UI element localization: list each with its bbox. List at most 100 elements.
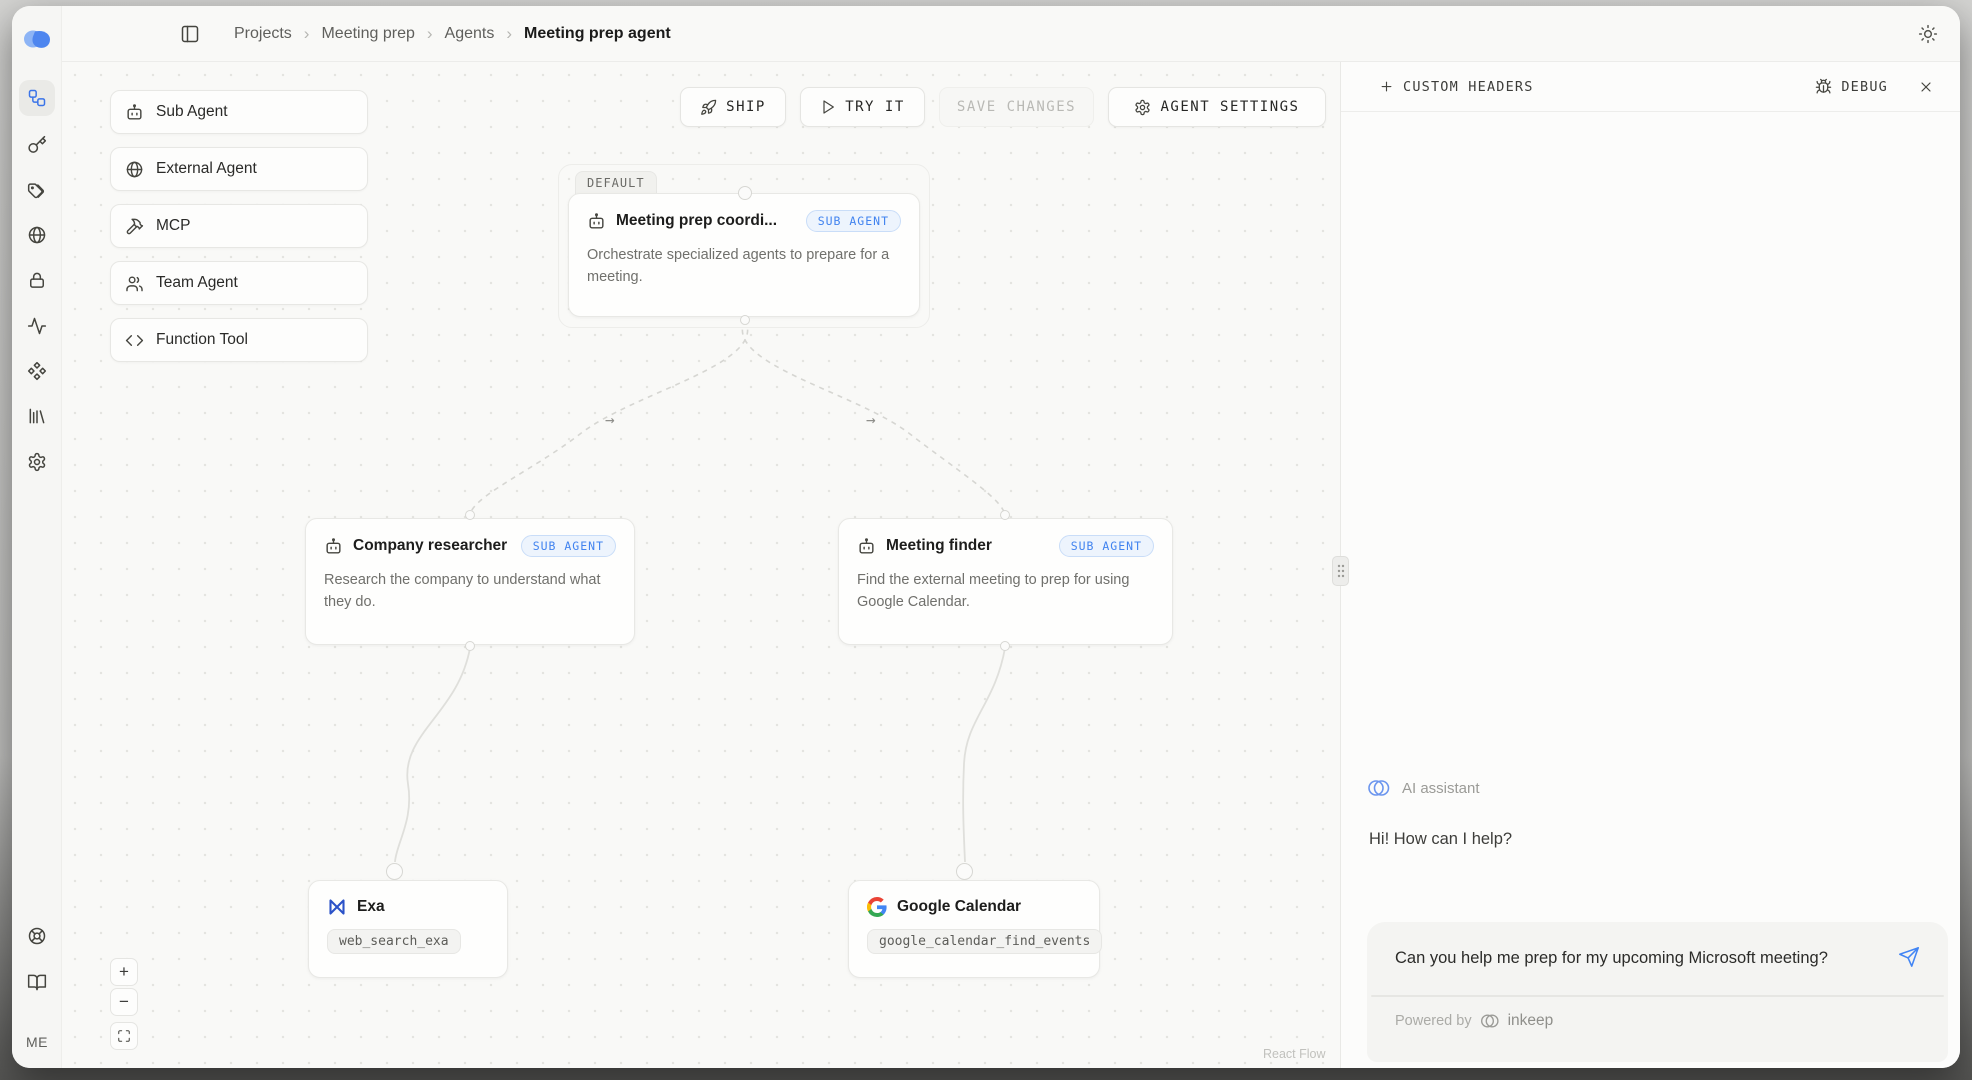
edge-direction-arrow: →: [605, 410, 615, 429]
inkeep-logo-icon: [22, 27, 52, 51]
powered-by-row[interactable]: Powered by inkeep: [1367, 997, 1948, 1031]
app-window: ME Projects › Meeting prep › Agents › Me…: [12, 6, 1960, 1068]
globe-icon: [125, 160, 144, 179]
fit-view-button[interactable]: [110, 1022, 138, 1050]
sidebar-item-components[interactable]: [19, 353, 55, 389]
sidebar-item-credentials[interactable]: [19, 262, 55, 298]
inkeep-assistant-icon: [1367, 776, 1391, 800]
chat-input-card: Can you help me prep for my upcoming Mic…: [1367, 922, 1948, 1062]
theme-toggle-button[interactable]: [1918, 24, 1938, 44]
save-changes-button[interactable]: SAVE CHANGES: [939, 87, 1094, 127]
bot-icon: [587, 212, 606, 231]
node-company-researcher[interactable]: Company researcher SUB AGENT Research th…: [305, 518, 635, 645]
sub-agent-badge: SUB AGENT: [806, 210, 901, 232]
zoom-out-button[interactable]: −: [110, 988, 138, 1016]
library-icon: [27, 406, 47, 426]
rocket-icon: [700, 99, 717, 116]
assistant-greeting: Hi! How can I help?: [1369, 830, 1512, 849]
react-flow-attribution[interactable]: React Flow: [1263, 1047, 1326, 1061]
inkeep-logo[interactable]: [19, 21, 55, 57]
debug-button[interactable]: DEBUG: [1815, 78, 1888, 95]
connection-handle[interactable]: [738, 186, 752, 200]
try-it-panel-header: CUSTOM HEADERS DEBUG: [1341, 62, 1960, 112]
zoom-in-button[interactable]: +: [110, 958, 138, 986]
close-icon: [1918, 79, 1934, 95]
ship-label: SHIP: [726, 99, 766, 115]
hammer-icon: [125, 217, 144, 236]
key-icon: [27, 135, 47, 155]
node-google-calendar-tool[interactable]: Google Calendar google_calendar_find_eve…: [848, 880, 1100, 978]
breadcrumb-agents[interactable]: Agents: [445, 25, 495, 43]
try-it-panel: CUSTOM HEADERS DEBUG AI assistant Hi! Ho…: [1340, 62, 1960, 1068]
google-logo-icon: [867, 897, 887, 917]
powered-by-label: Powered by: [1395, 1013, 1472, 1029]
node-description: Orchestrate specialized agents to prepar…: [587, 244, 901, 289]
breadcrumb-separator: ›: [427, 24, 433, 44]
breadcrumb: Projects › Meeting prep › Agents › Meeti…: [234, 6, 671, 62]
chat-input[interactable]: Can you help me prep for my upcoming Mic…: [1367, 922, 1948, 987]
flow-canvas[interactable]: → → Sub Agent External Agent MCP Team Ag…: [62, 62, 1340, 1068]
sidebar-item-settings[interactable]: [19, 444, 55, 480]
sidebar-item-activity[interactable]: [19, 308, 55, 344]
palette-item-mcp[interactable]: MCP: [110, 204, 368, 248]
connection-handle[interactable]: [956, 863, 973, 880]
connection-handle[interactable]: [465, 641, 475, 651]
node-exa-tool[interactable]: Exa web_search_exa: [308, 880, 508, 978]
sun-icon: [1918, 24, 1938, 44]
user-avatar[interactable]: ME: [12, 1034, 62, 1050]
agent-settings-button[interactable]: AGENT SETTINGS: [1108, 87, 1326, 127]
sidebar-item-docs[interactable]: [19, 964, 55, 1000]
assistant-label: AI assistant: [1402, 780, 1480, 797]
icon-sidebar: ME: [12, 6, 62, 1068]
palette-item-external-agent[interactable]: External Agent: [110, 147, 368, 191]
palette-item-team-agent[interactable]: Team Agent: [110, 261, 368, 305]
sidebar-item-domains[interactable]: [19, 217, 55, 253]
try-it-button[interactable]: TRY IT: [800, 87, 925, 127]
palette-item-label: MCP: [156, 217, 190, 235]
sidebar-item-library[interactable]: [19, 398, 55, 434]
toggle-sidebar-button[interactable]: [180, 24, 200, 44]
tool-name-chip: web_search_exa: [327, 929, 461, 954]
custom-headers-label: CUSTOM HEADERS: [1403, 79, 1534, 95]
palette-item-label: External Agent: [156, 160, 257, 178]
connection-handle[interactable]: [386, 863, 403, 880]
panel-left-icon: [180, 24, 200, 44]
sidebar-item-tags[interactable]: [19, 172, 55, 208]
breadcrumb-meeting-prep[interactable]: Meeting prep: [321, 25, 414, 43]
connection-handle[interactable]: [1000, 641, 1010, 651]
sidebar-item-help[interactable]: [19, 918, 55, 954]
node-description: Research the company to understand what …: [324, 569, 616, 614]
node-description: Find the external meeting to prep for us…: [857, 569, 1154, 614]
palette-item-label: Sub Agent: [156, 103, 228, 121]
send-button[interactable]: [1898, 946, 1920, 973]
grip-dots-icon: [1337, 564, 1345, 578]
sidebar-item-keys[interactable]: [19, 127, 55, 163]
connection-handle[interactable]: [465, 510, 475, 520]
life-buoy-icon: [27, 926, 47, 946]
sidebar-item-graph[interactable]: [19, 80, 55, 116]
breadcrumb-separator: ›: [304, 24, 310, 44]
assistant-header-row: AI assistant: [1367, 776, 1480, 800]
users-icon: [125, 274, 144, 293]
close-panel-button[interactable]: [1918, 79, 1934, 95]
gear-icon: [1134, 99, 1151, 116]
panel-resize-grip[interactable]: [1332, 556, 1349, 586]
ship-button[interactable]: SHIP: [680, 87, 786, 127]
connection-handle[interactable]: [740, 315, 750, 325]
fullscreen-icon: [117, 1029, 131, 1043]
play-icon: [820, 99, 836, 115]
exa-logo-icon: [327, 897, 347, 917]
component-icon: [27, 361, 47, 381]
palette-item-sub-agent[interactable]: Sub Agent: [110, 90, 368, 134]
breadcrumb-projects[interactable]: Projects: [234, 25, 292, 43]
bug-icon: [1815, 78, 1832, 95]
breadcrumb-separator: ›: [506, 24, 512, 44]
connection-handle[interactable]: [1000, 510, 1010, 520]
palette-item-function-tool[interactable]: Function Tool: [110, 318, 368, 362]
add-custom-headers-button[interactable]: CUSTOM HEADERS: [1379, 79, 1534, 95]
palette-item-label: Function Tool: [156, 331, 248, 349]
node-meeting-finder[interactable]: Meeting finder SUB AGENT Find the extern…: [838, 518, 1173, 645]
lock-icon: [27, 270, 47, 290]
globe-icon: [27, 225, 47, 245]
node-coordinator[interactable]: Meeting prep coordi... SUB AGENT Orchest…: [568, 193, 920, 317]
